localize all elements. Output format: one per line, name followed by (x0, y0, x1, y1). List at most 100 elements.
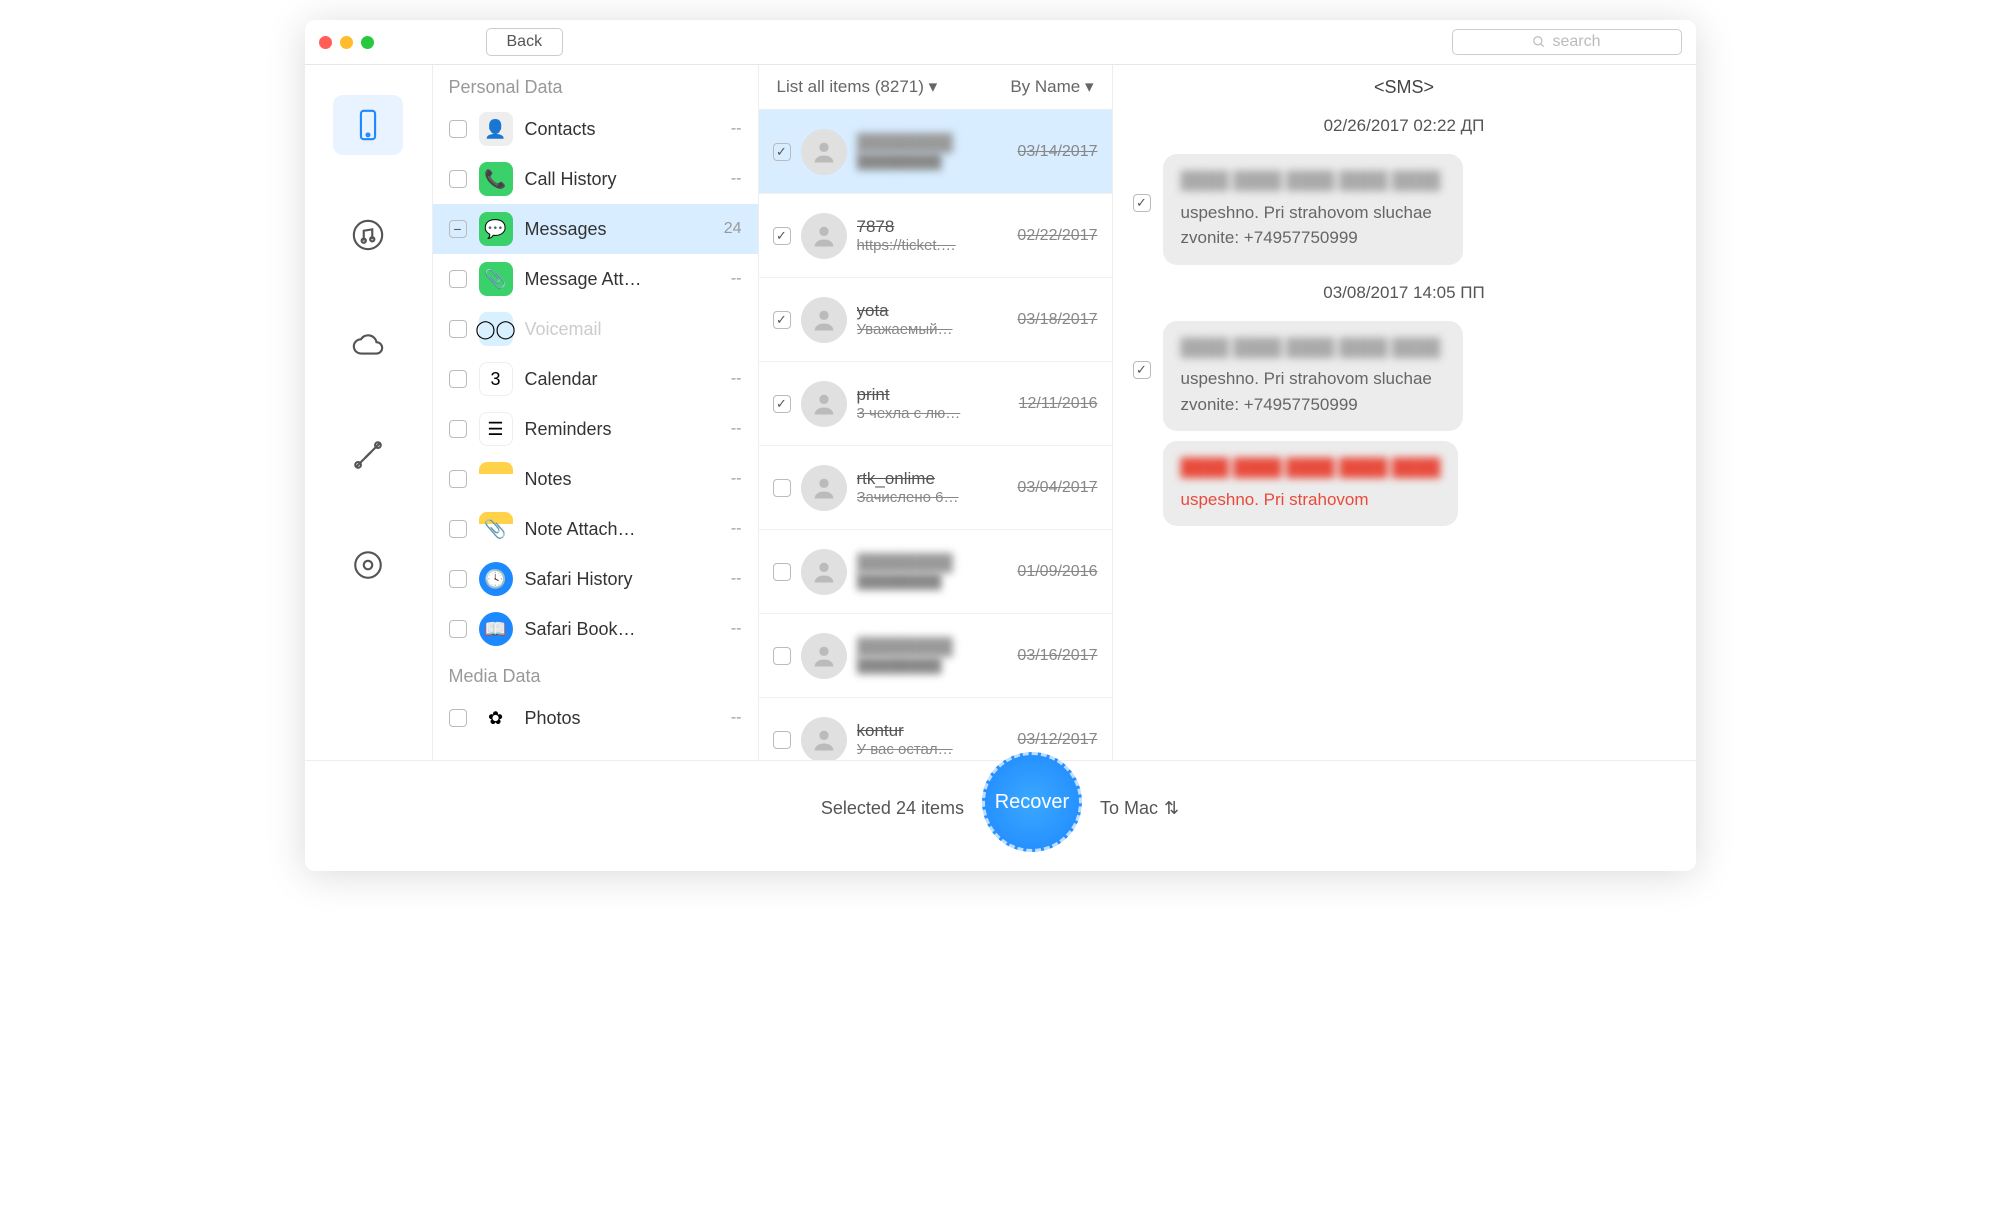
thread-checkbox[interactable] (773, 563, 791, 581)
sort-dropdown[interactable]: By Name ▾ (1010, 77, 1093, 97)
thread-info: ████████████████ (857, 133, 1008, 170)
voicemail-icon: ◯◯ (479, 312, 513, 346)
thread-checkbox[interactable] (773, 227, 791, 245)
category-messages[interactable]: 💬Messages24 (433, 204, 758, 254)
thread-item[interactable]: ████████████████03/14/2017 (759, 110, 1112, 194)
category-noteatt[interactable]: 📎Note Attach…-- (433, 504, 758, 554)
category-safarihist[interactable]: 🕓Safari History-- (433, 554, 758, 604)
category-checkbox[interactable] (449, 520, 467, 538)
thread-name: print (857, 385, 1009, 405)
category-voicemail[interactable]: ◯◯ Voicemail (433, 304, 758, 354)
filter-dropdown[interactable]: List all items (8271) ▾ (777, 77, 938, 97)
thread-checkbox[interactable] (773, 479, 791, 497)
message-text: uspeshno. Pri strahovom sluchae zvonite:… (1181, 369, 1432, 414)
category-photos[interactable]: ✿Photos-- (433, 693, 758, 743)
nav-device[interactable] (333, 95, 403, 155)
thread-preview: https://ticket.… (857, 237, 1008, 254)
message-checkbox[interactable] (1133, 194, 1151, 212)
search-input[interactable]: search (1452, 29, 1682, 55)
thread-preview: У вас остал… (857, 741, 1008, 758)
message-checkbox[interactable] (1133, 361, 1151, 379)
category-count: -- (731, 420, 742, 438)
nav-icloud[interactable] (333, 315, 403, 375)
category-count: -- (731, 120, 742, 138)
category-contacts[interactable]: 👤Contacts-- (433, 104, 758, 154)
thread-name: ████████ (857, 637, 1008, 657)
category-calendar[interactable]: 3Calendar-- (433, 354, 758, 404)
destination-label: To Mac (1100, 798, 1158, 819)
thread-item[interactable]: yotaУважаемый…03/18/2017 (759, 278, 1112, 362)
window-controls (319, 36, 374, 49)
thread-header: List all items (8271) ▾ By Name ▾ (759, 65, 1112, 110)
avatar-icon (801, 465, 847, 511)
footer: Selected 24 items Recover To Mac ⇅ (305, 760, 1696, 855)
category-checkbox[interactable] (449, 120, 467, 138)
thread-item[interactable]: rtk_onlimeЗачислено 6…03/04/2017 (759, 446, 1112, 530)
message-text: uspeshno. Pri strahovom sluchae zvonite:… (1181, 203, 1432, 248)
message-row: ████ ████ ████ ████ ████uspeshno. Pri st… (1133, 321, 1676, 432)
thread-info: yotaУважаемый… (857, 301, 1008, 338)
nav-sidebar (305, 65, 433, 760)
thread-preview: Зачислено 6… (857, 489, 1008, 506)
category-reminders[interactable]: ☰Reminders-- (433, 404, 758, 454)
thread-checkbox[interactable] (773, 395, 791, 413)
thread-info: konturУ вас остал… (857, 721, 1008, 758)
thread-name: rtk_onlime (857, 469, 1008, 489)
thread-item[interactable]: print3 чехла с лю… 12/11/2016 (759, 362, 1112, 446)
thread-item[interactable]: ████████████████01/09/2016 (759, 530, 1112, 614)
category-label: Message Att… (525, 269, 719, 290)
avatar-icon (801, 549, 847, 595)
category-notes[interactable]: Notes-- (433, 454, 758, 504)
category-checkbox[interactable] (449, 320, 467, 338)
thread-info: print3 чехла с лю… (857, 385, 1009, 422)
noteatt-icon: 📎 (479, 512, 513, 546)
category-checkbox[interactable] (449, 470, 467, 488)
avatar-icon (801, 717, 847, 761)
category-label: Voicemail (525, 319, 730, 340)
thread-date: 03/12/2017 (1017, 731, 1097, 749)
message-text: uspeshno. Pri strahovom (1181, 490, 1369, 509)
category-checkbox[interactable] (449, 709, 467, 727)
category-count: -- (731, 620, 742, 638)
thread-checkbox[interactable] (773, 311, 791, 329)
thread-name: 7878 (857, 217, 1008, 237)
nav-tools[interactable] (333, 425, 403, 485)
message-row: ████ ████ ████ ████ ████uspeshno. Pri st… (1133, 441, 1676, 526)
category-safaribook[interactable]: 📖 Safari Book… -- (433, 604, 758, 654)
destination-select[interactable]: To Mac ⇅ (1100, 798, 1179, 819)
thread-date: 12/11/2016 (1019, 395, 1098, 413)
thread-item[interactable]: konturУ вас остал… 03/12/2017 (759, 698, 1112, 760)
thread-item[interactable]: ████████████████ 03/16/2017 (759, 614, 1112, 698)
category-msgatt[interactable]: 📎Message Att…-- (433, 254, 758, 304)
category-label: Photos (525, 708, 719, 729)
category-checkbox[interactable] (449, 420, 467, 438)
category-checkbox[interactable] (449, 170, 467, 188)
minimize-window-button[interactable] (340, 36, 353, 49)
thread-checkbox[interactable] (773, 647, 791, 665)
close-window-button[interactable] (319, 36, 332, 49)
thread-item[interactable]: 7878https://ticket.…02/22/2017 (759, 194, 1112, 278)
category-count: -- (731, 270, 742, 288)
thread-checkbox[interactable] (773, 731, 791, 749)
thread-checkbox[interactable] (773, 143, 791, 161)
nav-settings[interactable] (333, 535, 403, 595)
nav-itunes[interactable] (333, 205, 403, 265)
category-checkbox[interactable] (449, 270, 467, 288)
recover-button[interactable]: Recover (982, 752, 1082, 852)
back-button[interactable]: Back (486, 28, 564, 56)
category-list: Personal Data 👤Contacts--📞Call History--… (433, 65, 759, 760)
thread-info: 7878https://ticket.… (857, 217, 1008, 254)
category-label: Safari Book… (525, 619, 719, 640)
safaribook-icon: 📖 (479, 612, 513, 646)
thread-preview: ████████ (857, 657, 1008, 674)
avatar-icon (801, 129, 847, 175)
category-checkbox[interactable] (449, 570, 467, 588)
category-checkbox[interactable] (449, 370, 467, 388)
thread-date: 03/16/2017 (1017, 647, 1097, 665)
category-label: Notes (525, 469, 719, 490)
maximize-window-button[interactable] (361, 36, 374, 49)
avatar-icon (801, 297, 847, 343)
category-checkbox[interactable] (449, 620, 467, 638)
category-checkbox[interactable] (449, 220, 467, 238)
category-callhistory[interactable]: 📞Call History-- (433, 154, 758, 204)
